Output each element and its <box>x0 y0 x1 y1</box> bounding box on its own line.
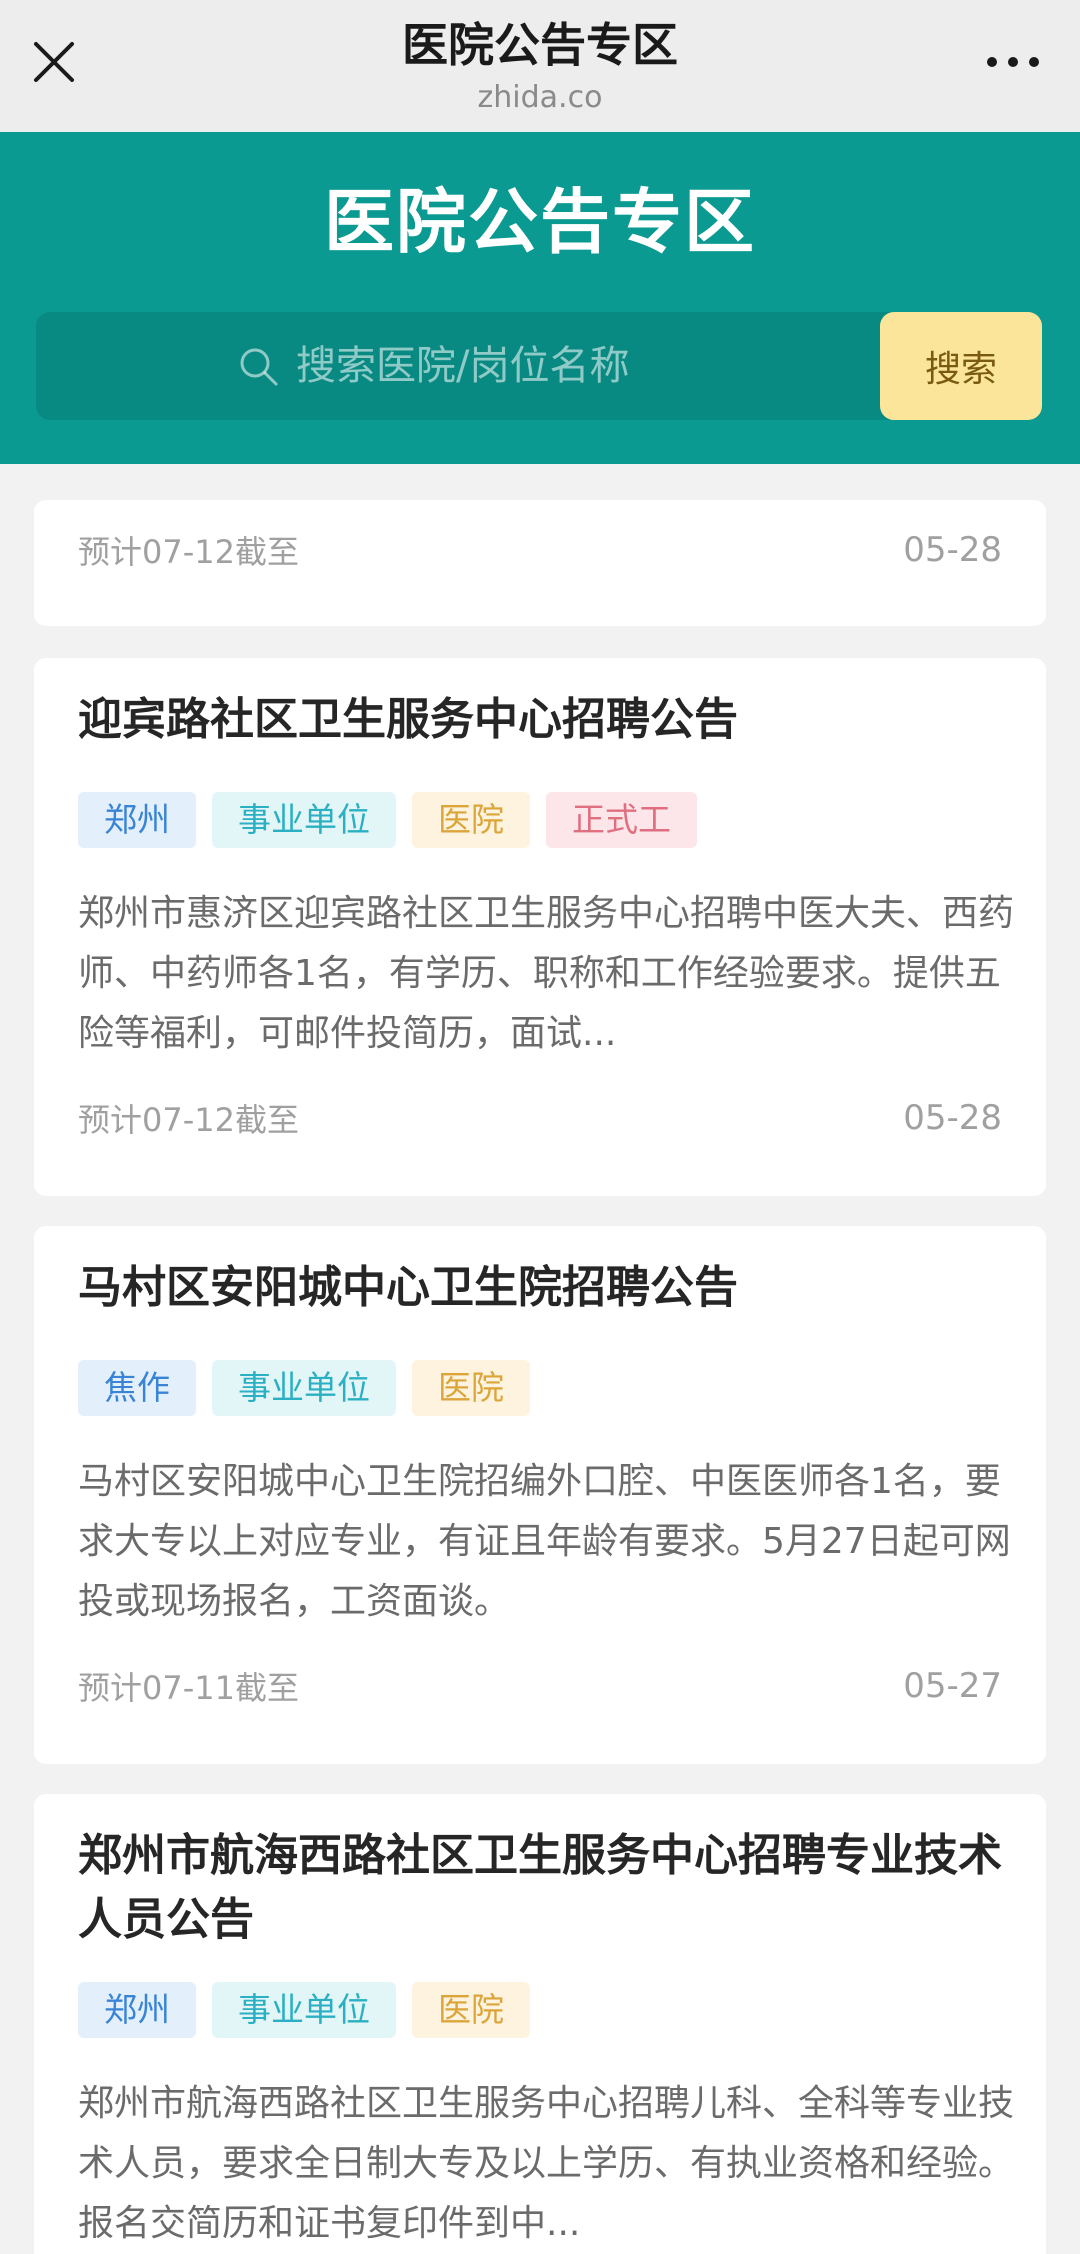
publish-date: 05-27 <box>903 1666 1002 1706</box>
tag-city: 焦作 <box>78 1360 196 1416</box>
list-item[interactable]: 郑州市航海西路社区卫生服务中心招聘专业技术人员公告 郑州 事业单位 医院 郑州市… <box>34 1794 1046 2254</box>
card-description: 郑州市惠济区迎宾路社区卫生服务中心招聘中医大夫、西药师、中药师各1名，有学历、职… <box>78 893 1015 1054</box>
search-icon <box>240 348 278 386</box>
search-box[interactable] <box>36 312 916 420</box>
tag-unit-type: 事业单位 <box>212 792 396 848</box>
tag-category: 医院 <box>412 792 530 848</box>
tag-employment: 正式工 <box>546 792 697 848</box>
card-title: 迎宾路社区卫生服务中心招聘公告 <box>78 694 738 745</box>
search-button[interactable]: 搜索 <box>880 312 1042 420</box>
publish-date: 05-28 <box>903 530 1002 570</box>
card-description: 马村区安阳城中心卫生院招编外口腔、中医医师各1名，要求大专以上对应专业，有证且年… <box>78 1461 1011 1622</box>
card-title: 马村区安阳城中心卫生院招聘公告 <box>78 1262 738 1313</box>
list-item[interactable]: 马村区安阳城中心卫生院招聘公告 焦作 事业单位 医院 马村区安阳城中心卫生院招编… <box>34 1226 1046 1764</box>
top-nav-bar: 医院公告专区 zhida.co <box>0 0 1080 132</box>
tag-group: 郑州 事业单位 医院 正式工 <box>78 792 697 848</box>
tag-city: 郑州 <box>78 792 196 848</box>
nav-title: 医院公告专区 <box>402 18 678 72</box>
publish-date: 05-28 <box>903 1098 1002 1138</box>
deadline-text: 预计07-11截至 <box>78 1669 299 1707</box>
tag-group: 焦作 事业单位 医院 <box>78 1360 530 1416</box>
card-title: 郑州市航海西路社区卫生服务中心招聘专业技术人员公告 <box>78 1830 1002 1945</box>
tag-category: 医院 <box>412 1982 530 2038</box>
tag-city: 郑州 <box>78 1982 196 2038</box>
more-button[interactable] <box>968 30 1058 94</box>
more-icon <box>987 57 1039 67</box>
tag-group: 郑州 事业单位 医院 <box>78 1982 530 2038</box>
list-item[interactable]: 预计07-12截至 05-28 <box>34 500 1046 626</box>
deadline-text: 预计07-12截至 <box>78 1101 299 1139</box>
tag-category: 医院 <box>412 1360 530 1416</box>
deadline-text: 预计07-12截至 <box>78 533 299 571</box>
search-input[interactable] <box>296 343 716 389</box>
hero-title: 医院公告专区 <box>324 181 756 263</box>
list-item[interactable]: 迎宾路社区卫生服务中心招聘公告 郑州 事业单位 医院 正式工 郑州市惠济区迎宾路… <box>34 658 1046 1196</box>
card-description: 郑州市航海西路社区卫生服务中心招聘儿科、全科等专业技术人员，要求全日制大专及以上… <box>78 2083 1015 2244</box>
hero-header: 医院公告专区 搜索 <box>0 132 1080 464</box>
nav-domain: zhida.co <box>477 80 603 115</box>
tag-unit-type: 事业单位 <box>212 1982 396 2038</box>
tag-unit-type: 事业单位 <box>212 1360 396 1416</box>
